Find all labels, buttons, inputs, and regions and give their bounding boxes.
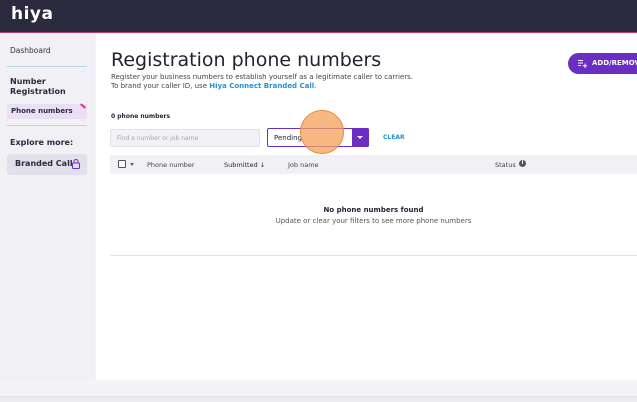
select-all-checkbox[interactable] <box>118 160 126 168</box>
sidebar-section-number-registration[interactable]: Number Registration <box>10 77 90 97</box>
sidebar-divider <box>7 125 87 126</box>
caret-down-icon[interactable] <box>130 163 134 166</box>
table-divider <box>110 255 637 256</box>
main-content: Registration phone numbers Register your… <box>96 34 637 380</box>
column-phone-number[interactable]: Phone number <box>147 161 195 169</box>
clear-filters-button[interactable]: CLEAR <box>383 134 405 141</box>
column-status[interactable]: Status <box>495 161 516 169</box>
cursor-indicator <box>300 110 344 154</box>
sidebar-divider <box>7 66 87 67</box>
branded-call-link[interactable]: Hiya Connect Branded Call <box>209 82 314 90</box>
bottom-bar <box>0 396 637 402</box>
page-subtitle: Register your business numbers to establ… <box>111 73 421 91</box>
hiya-logo[interactable]: hiya <box>11 4 53 24</box>
lock-icon <box>72 159 80 169</box>
sidebar-item-branded-call[interactable]: Branded Call <box>7 154 87 175</box>
sidebar: Dashboard Number Registration Phone numb… <box>0 34 95 380</box>
branded-call-label: Branded Call <box>15 159 73 168</box>
sidebar-item-dashboard[interactable]: Dashboard <box>10 46 51 55</box>
table-header: Phone number Submitted ↓ Job name Status… <box>110 155 637 174</box>
column-submitted[interactable]: Submitted ↓ <box>224 161 265 169</box>
explore-more-label: Explore more: <box>10 138 74 147</box>
info-icon[interactable]: i <box>519 160 526 167</box>
chevron-down-icon[interactable] <box>352 128 369 147</box>
empty-state-title: No phone numbers found <box>323 206 424 214</box>
add-remove-label: ADD/REMOVE <box>592 59 637 67</box>
add-remove-button[interactable]: ADD/REMOVE <box>568 53 637 74</box>
top-bar: hiya <box>0 0 637 33</box>
list-add-icon <box>578 60 587 68</box>
status-filter-value: Pending <box>274 134 302 142</box>
empty-state-message: Update or clear your filters to see more… <box>275 217 472 225</box>
column-job-name[interactable]: Job name <box>288 161 319 169</box>
page-title: Registration phone numbers <box>111 49 382 71</box>
sidebar-item-phone-numbers[interactable]: Phone numbers <box>7 104 87 119</box>
search-input[interactable] <box>110 129 260 147</box>
phone-number-count: 0 phone numbers <box>111 113 171 120</box>
subtitle-end: . <box>314 82 317 90</box>
